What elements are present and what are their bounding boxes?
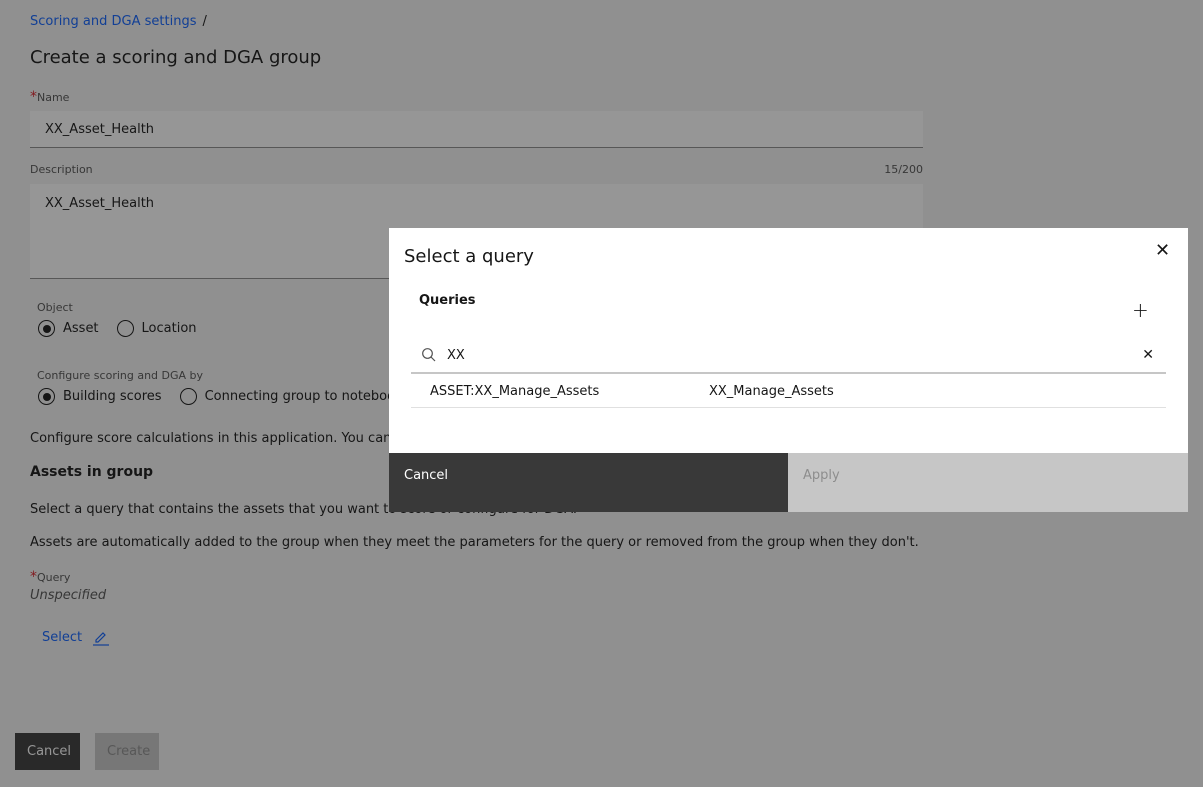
modal-cancel-button[interactable]: Cancel: [389, 453, 788, 512]
close-icon[interactable]: ✕: [1155, 240, 1170, 261]
modal-title: Select a query: [404, 246, 534, 267]
modal-apply-button[interactable]: Apply: [788, 453, 1188, 512]
clear-search-icon[interactable]: ✕: [1142, 347, 1154, 363]
search-icon: [422, 348, 436, 362]
search-input[interactable]: XX: [447, 348, 1142, 363]
select-query-modal: Select a query ✕ Queries + XX ✕ ASSET:XX…: [389, 228, 1188, 512]
modal-footer: Cancel Apply: [389, 453, 1188, 512]
query-row[interactable]: ASSET:XX_Manage_Assets XX_Manage_Assets: [411, 376, 1166, 408]
add-query-button[interactable]: +: [1132, 298, 1149, 322]
query-search: XX ✕: [411, 338, 1166, 374]
query-row-description: XX_Manage_Assets: [709, 384, 834, 399]
query-row-name: ASSET:XX_Manage_Assets: [430, 384, 600, 399]
queries-heading: Queries: [419, 293, 476, 308]
